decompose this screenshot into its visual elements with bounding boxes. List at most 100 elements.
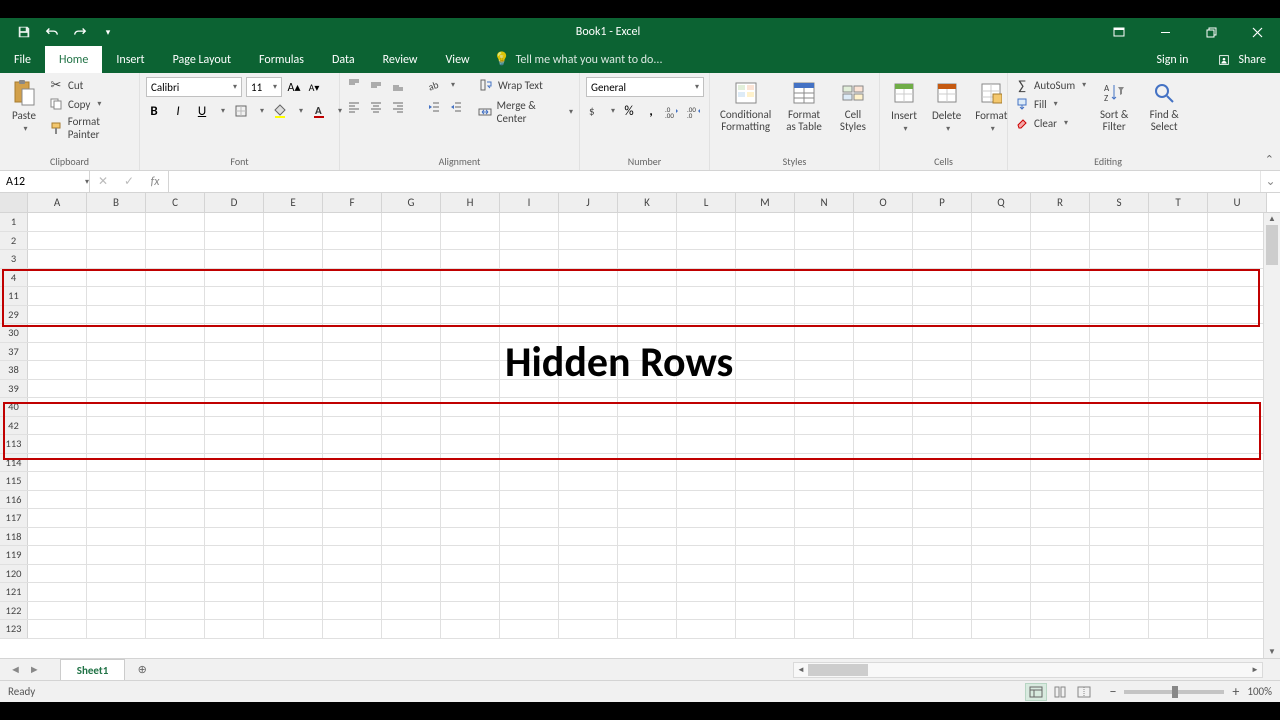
row-header[interactable]: 40 [0,398,28,416]
cell[interactable] [28,232,87,250]
cell[interactable] [1208,343,1267,361]
delete-cells-button[interactable]: Delete▾ [928,77,965,136]
cell[interactable] [441,454,500,472]
grid-row[interactable]: 115 [0,472,1280,491]
cell[interactable] [500,287,559,305]
grid-rows[interactable]: 1234112930373839404211311411511611711811… [0,213,1280,658]
row-header[interactable]: 120 [0,565,28,583]
cell[interactable] [1031,472,1090,490]
cell[interactable] [972,509,1031,527]
cell[interactable] [972,343,1031,361]
cell[interactable] [382,306,441,324]
fill-color-button[interactable] [272,103,288,119]
cell[interactable] [500,454,559,472]
row-header[interactable]: 39 [0,380,28,398]
cell[interactable] [441,435,500,453]
cell[interactable] [736,287,795,305]
cell[interactable] [1208,380,1267,398]
cut-button[interactable]: ✂Cut [48,77,133,93]
cell[interactable] [913,324,972,342]
cell[interactable] [795,565,854,583]
cell[interactable] [677,269,736,287]
cell[interactable] [264,398,323,416]
cell[interactable] [500,528,559,546]
conditional-formatting-button[interactable]: Conditional Formatting [716,77,775,135]
grid-row[interactable]: 116 [0,491,1280,510]
cell[interactable] [736,361,795,379]
cell[interactable] [205,602,264,620]
tab-file[interactable]: File [0,46,45,73]
bold-button[interactable]: B [146,103,162,119]
cell[interactable] [1208,417,1267,435]
cell[interactable] [795,509,854,527]
cell[interactable] [441,250,500,268]
cell[interactable] [795,435,854,453]
cell[interactable] [559,269,618,287]
cell[interactable] [146,528,205,546]
column-header[interactable]: F [323,193,382,212]
cell[interactable] [28,306,87,324]
percent-format-icon[interactable]: % [621,103,637,119]
cell[interactable] [28,380,87,398]
cell[interactable] [559,472,618,490]
cell[interactable] [205,435,264,453]
cell[interactable] [382,287,441,305]
cell[interactable] [854,435,913,453]
cell[interactable] [146,417,205,435]
cell[interactable] [795,620,854,638]
cell[interactable] [1090,287,1149,305]
cell[interactable] [559,306,618,324]
cell[interactable] [205,509,264,527]
row-header[interactable]: 3 [0,250,28,268]
next-sheet-icon[interactable]: ► [29,663,40,676]
grid-row[interactable]: 122 [0,602,1280,621]
column-header[interactable]: T [1149,193,1208,212]
cell[interactable] [28,417,87,435]
format-as-table-button[interactable]: Format as Table [781,77,827,135]
cell[interactable] [441,620,500,638]
cell[interactable] [323,583,382,601]
cell[interactable] [441,417,500,435]
cell[interactable] [736,602,795,620]
cell[interactable] [972,602,1031,620]
cell[interactable] [854,546,913,564]
cell[interactable] [913,565,972,583]
cell[interactable] [1149,324,1208,342]
cell[interactable] [264,583,323,601]
cell[interactable] [87,472,146,490]
cell[interactable] [382,565,441,583]
close-icon[interactable] [1234,18,1280,46]
cell[interactable] [1208,361,1267,379]
cell[interactable] [618,417,677,435]
cell[interactable] [205,528,264,546]
cell[interactable] [1090,546,1149,564]
cell[interactable] [795,361,854,379]
cell[interactable] [264,213,323,231]
cell[interactable] [1208,232,1267,250]
cell[interactable] [854,343,913,361]
row-header[interactable]: 122 [0,602,28,620]
column-header[interactable]: M [736,193,795,212]
autosum-button[interactable]: ∑AutoSum▾ [1014,77,1086,93]
align-bottom-icon[interactable] [390,77,406,93]
column-header[interactable]: O [854,193,913,212]
cell[interactable] [323,269,382,287]
cell[interactable] [736,213,795,231]
cell[interactable] [972,398,1031,416]
cell[interactable] [795,250,854,268]
cell[interactable] [736,472,795,490]
cell[interactable] [87,583,146,601]
cell[interactable] [972,213,1031,231]
collapse-ribbon-icon[interactable]: ⌃ [1265,153,1274,166]
cell[interactable] [618,380,677,398]
cell[interactable] [323,620,382,638]
cell[interactable] [205,380,264,398]
cell[interactable] [854,398,913,416]
cell[interactable] [1031,306,1090,324]
cell[interactable] [1031,232,1090,250]
cell[interactable] [441,472,500,490]
cell[interactable] [1090,509,1149,527]
cell[interactable] [28,269,87,287]
underline-button[interactable]: U [194,103,210,119]
cell[interactable] [500,509,559,527]
